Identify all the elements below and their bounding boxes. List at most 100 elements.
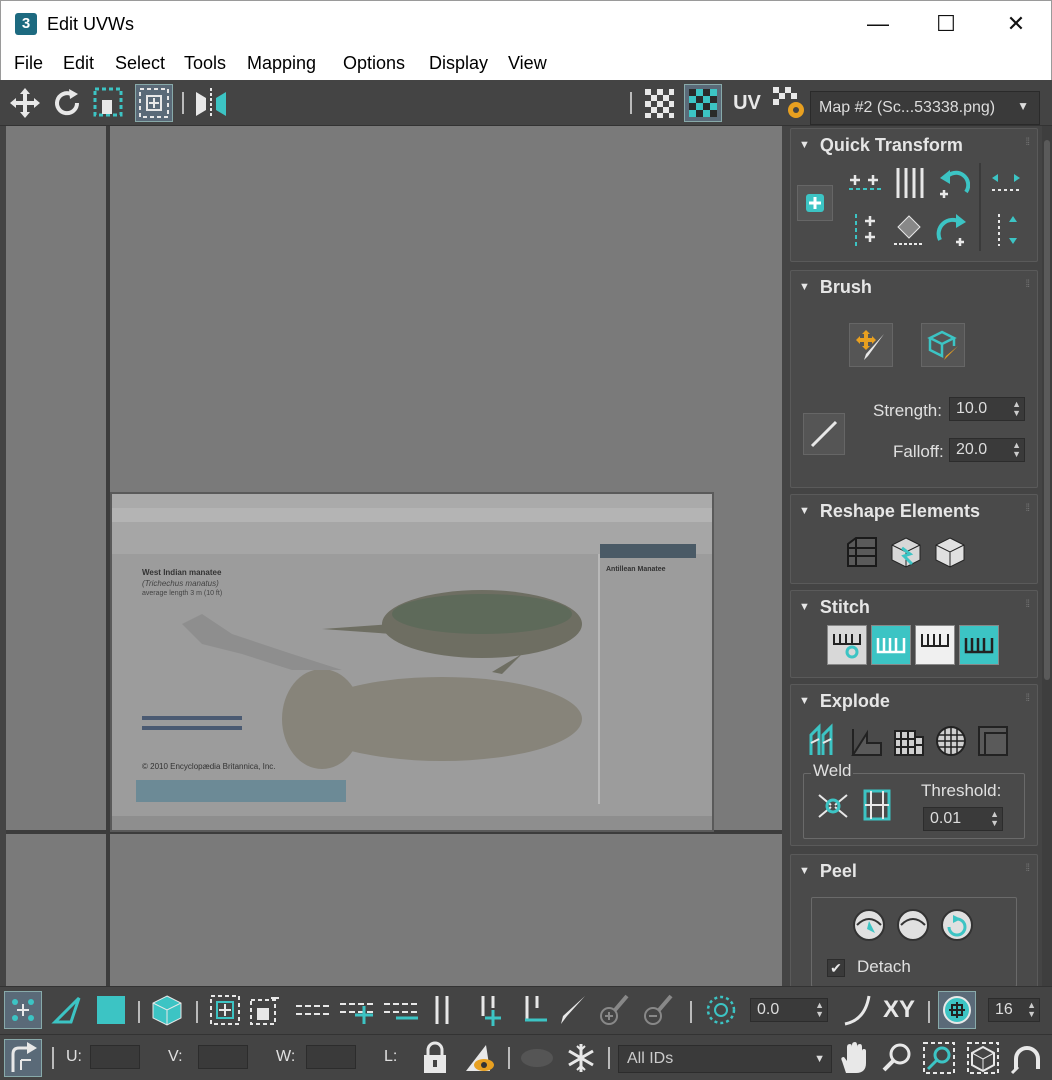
reshape-elements-header[interactable]: ▼ Reshape Elements [799, 501, 980, 522]
maximize-button[interactable]: ☐ [911, 1, 981, 47]
paint-shrink-icon[interactable] [638, 991, 676, 1029]
show-map-icon[interactable] [684, 84, 722, 122]
align-vertical-icon[interactable] [845, 209, 885, 251]
break-icon[interactable] [805, 721, 845, 761]
paint-move-icon[interactable] [849, 323, 893, 367]
strength-spinner[interactable]: 10.0 ▲ ▼ [949, 397, 1025, 421]
menu-mapping[interactable]: Mapping [247, 53, 316, 74]
checker-icon[interactable] [640, 84, 678, 122]
pan-hand-icon[interactable] [834, 1039, 872, 1077]
shrink-ring-icon[interactable] [514, 991, 552, 1029]
align-vertical-lines-icon[interactable] [889, 163, 929, 203]
mirror-icon[interactable] [192, 84, 230, 122]
edge-mode-icon[interactable] [48, 991, 86, 1029]
lock-icon[interactable] [416, 1039, 454, 1077]
move-icon[interactable] [6, 84, 44, 122]
edge-loop-icon[interactable] [294, 991, 332, 1029]
zoom-icon[interactable] [878, 1039, 916, 1077]
hide-icon[interactable] [460, 1039, 498, 1077]
zoom-region-icon[interactable] [920, 1039, 958, 1077]
absolute-offset-icon[interactable] [4, 1039, 42, 1077]
freeze-icon[interactable] [562, 1039, 600, 1077]
polygon-mode-icon[interactable] [92, 991, 130, 1029]
grid-straighten-icon[interactable] [841, 531, 883, 573]
falloff-space-button[interactable]: XY [880, 991, 918, 1029]
minimize-button[interactable]: — [843, 1, 913, 47]
explode-header[interactable]: ▼ Explode [799, 691, 890, 712]
map-select[interactable]: Map #2 (Sc...53338.png) ▼ [810, 91, 1040, 125]
stitch-to-target-icon[interactable] [959, 625, 999, 665]
weld-label: Weld [811, 761, 854, 781]
menu-file[interactable]: File [14, 53, 43, 74]
menu-tools[interactable]: Tools [184, 53, 226, 74]
shrink-loop-icon[interactable] [382, 991, 420, 1029]
rotate-ccw-icon[interactable] [933, 163, 973, 203]
grow-selection-icon[interactable] [206, 991, 244, 1029]
falloff-spinner[interactable]: 20.0 ▲ ▼ [949, 438, 1025, 462]
relax-element-icon[interactable] [885, 531, 927, 573]
threshold-spinner[interactable]: 0.01 ▲ ▼ [923, 807, 1003, 831]
align-horizontal-icon[interactable] [845, 165, 885, 203]
paint-select-icon[interactable] [552, 991, 590, 1029]
menu-edit[interactable]: Edit [63, 53, 94, 74]
w-field[interactable] [306, 1045, 356, 1069]
flatten-by-polygon-icon[interactable] [889, 721, 929, 761]
detach-edge-icon[interactable] [847, 721, 887, 761]
detach-checkbox[interactable]: ✔ [827, 959, 845, 977]
angle-spinner[interactable]: 0.0 ▲ ▼ [750, 998, 828, 1022]
quick-peel-icon[interactable] [849, 905, 889, 945]
rotate-cw-icon[interactable] [933, 209, 973, 251]
grow-loop-icon[interactable] [338, 991, 376, 1029]
straighten-icon[interactable] [889, 209, 929, 251]
panel-scroll-thumb[interactable] [1044, 140, 1050, 680]
brush-header[interactable]: ▼ Brush [799, 277, 872, 298]
snap-toggle-icon[interactable] [1008, 1039, 1046, 1077]
element-mode-icon[interactable] [148, 991, 186, 1029]
shrink-selection-icon[interactable] [246, 991, 284, 1029]
stitch-average-icon[interactable] [915, 625, 955, 665]
pivot-icon[interactable] [797, 185, 833, 221]
uv-axis-button[interactable]: UV [728, 84, 766, 122]
menu-display[interactable]: Display [429, 53, 488, 74]
flatten-by-smoothing-icon[interactable] [931, 721, 971, 761]
freeform-icon[interactable] [135, 84, 173, 122]
vertex-mode-icon[interactable] [4, 991, 42, 1029]
paint-grow-icon[interactable] [594, 991, 632, 1029]
falloff-curve-icon[interactable] [803, 413, 845, 455]
weld-target-icon[interactable] [857, 785, 897, 825]
peel-mode-icon[interactable] [893, 905, 933, 945]
menu-select[interactable]: Select [115, 53, 165, 74]
close-button[interactable]: ✕ [981, 1, 1051, 47]
stitch-element-icon[interactable] [929, 531, 971, 573]
peel-header[interactable]: ▼ Peel [799, 861, 857, 882]
edge-ring-icon[interactable] [424, 991, 462, 1029]
v-field[interactable] [198, 1045, 248, 1069]
space-vertical-icon[interactable] [985, 209, 1027, 251]
stitch-custom-icon[interactable] [827, 625, 867, 665]
soft-selection-icon[interactable] [702, 991, 740, 1029]
reset-peel-icon[interactable] [937, 905, 977, 945]
scale-icon[interactable] [90, 84, 128, 122]
falloff-type-icon[interactable] [838, 991, 876, 1029]
snap-spinner[interactable]: 16 ▲ ▼ [988, 998, 1040, 1022]
relax-brush-icon[interactable] [921, 323, 965, 367]
texture-copyright: © 2010 Encyclopædia Britannica, Inc. [142, 762, 276, 771]
zoom-extents-icon[interactable] [964, 1039, 1002, 1077]
stitch-to-source-icon[interactable] [871, 625, 911, 665]
menu-view[interactable]: View [508, 53, 547, 74]
weld-selected-icon[interactable] [813, 785, 853, 825]
menu-options[interactable]: Options [343, 53, 405, 74]
title-bar: 3 Edit UVWs — ☐ ✕ [0, 0, 1052, 46]
grow-ring-icon[interactable] [470, 991, 508, 1029]
u-field[interactable] [90, 1045, 140, 1069]
space-horizontal-icon[interactable] [985, 163, 1027, 203]
v-label: V: [168, 1048, 183, 1065]
pixel-snap-icon[interactable] [938, 991, 976, 1029]
show-icon[interactable] [518, 1039, 556, 1077]
map-settings-icon[interactable] [770, 84, 808, 122]
stitch-header[interactable]: ▼ Stitch [799, 597, 870, 618]
flatten-by-material-icon[interactable] [973, 721, 1013, 761]
material-id-select[interactable]: All IDs ▼ [618, 1045, 832, 1073]
rotate-icon[interactable] [48, 84, 86, 122]
quick-transform-header[interactable]: ▼ Quick Transform [799, 135, 963, 156]
